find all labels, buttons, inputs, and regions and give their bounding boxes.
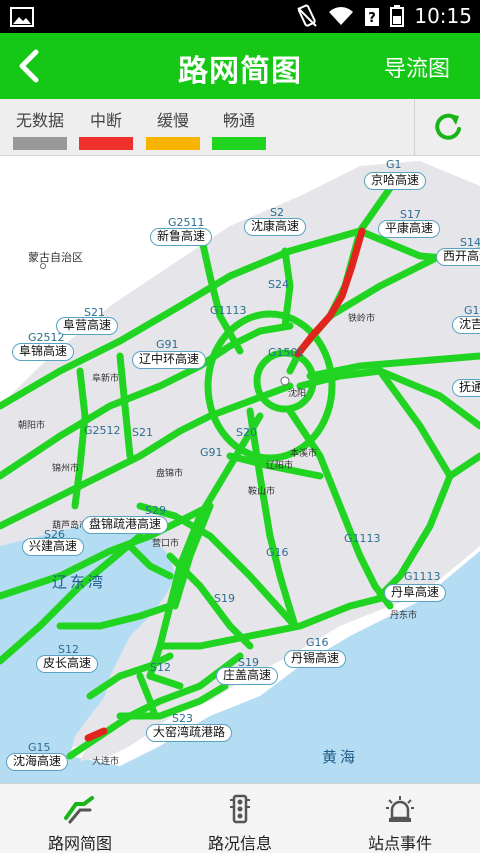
title-bar: 路网简图 导流图 [0,33,480,99]
road-label-s2-shenkang[interactable]: 沈康高速 [244,218,307,236]
legend-item-slow: 缓慢 [144,107,202,150]
region-dot [40,263,46,269]
legend-item-no-data: 无数据 [11,107,69,150]
traffic-light-icon [230,794,250,824]
road-code: G16 [306,636,329,649]
road-code-mid: G1501 [268,346,305,359]
legend-swatch [146,137,200,150]
road-code-mid: S24 [268,278,289,291]
tab-label: 路网简图 [47,834,112,853]
city-chaoyang[interactable]: 朝阳市 [18,418,45,431]
tab-station-events[interactable]: 站点事件 [320,784,480,854]
legend-swatch [13,137,67,150]
city-shenyang[interactable]: 沈阳 [288,386,306,399]
diversion-map-link[interactable]: 导流图 [384,51,450,83]
road-label-s23-dayaowan[interactable]: 大窑湾疏港路 [146,724,233,742]
tab-traffic-info[interactable]: 路况信息 [160,784,320,854]
region-label: 蒙古自治区 [28,251,83,264]
tab-label: 站点事件 [367,834,432,853]
bottom-nav: 路网简图 路况信息 站点事件 [0,783,480,853]
city-fuxin[interactable]: 阜新市 [92,371,119,384]
road-label-s29-panjin-shugang[interactable]: 盘锦疏港高速 [82,516,169,534]
road-label-g2511-xinlu[interactable]: 新鲁高速 [150,228,213,246]
road-label-s26-xingjian[interactable]: 兴建高速 [22,538,85,556]
city-yingkou[interactable]: 营口市 [152,536,179,549]
city-dandong[interactable]: 丹东市 [390,608,417,621]
road-label-g91-liaozhonghuan[interactable]: 辽中环高速 [132,351,207,369]
road-code-mid: S19 [214,592,235,605]
city-dalian[interactable]: 大连市 [92,754,119,767]
city-liaoyang[interactable]: 辽阳市 [266,458,293,471]
road-label-s14-xikai[interactable]: 西开高速 [436,248,480,266]
road-code-mid: S12 [150,661,171,674]
road-label-s12-pichang[interactable]: 皮长高速 [36,655,99,673]
tab-label: 路况信息 [207,834,272,853]
road-label-s21-fuying[interactable]: 阜营高速 [56,317,119,335]
road-code-mid: G91 [200,446,223,459]
sea-label-liaodong: 辽东湾 [52,573,107,591]
road-icon [64,796,94,824]
sea-label-yellow: 黄海 [322,748,359,766]
road-label-g15-shenhai[interactable]: 沈海高速 [6,753,69,771]
shenyang-marker [280,376,290,386]
road-code-mid: G2512 [84,424,121,437]
signal-icon: ? [365,8,380,26]
city-anshan[interactable]: 鞍山市 [248,484,275,497]
road-code-mid: S21 [132,426,153,439]
road-label-g1-jingha[interactable]: 京哈高速 [364,172,427,190]
road-label-futong[interactable]: 抚通 [452,379,480,397]
vibrate-icon [297,4,318,27]
legend-divider [414,99,415,156]
wifi-icon [329,7,354,25]
road-label-g1-shenji[interactable]: 沈吉 [452,316,480,334]
road-label-g2512-fujin[interactable]: 阜锦高速 [12,343,75,361]
road-label-s19-zhuanggai[interactable]: 庄盖高速 [216,667,279,685]
legend-item-smooth: 畅通 [210,107,268,150]
road-code-mid: G1113 [210,304,247,317]
road-label-s17-pingkang[interactable]: 平康高速 [378,220,441,238]
road-code: G91 [156,338,179,351]
tab-road-network[interactable]: 路网简图 [0,784,160,854]
road-code-mid: G16 [266,546,289,559]
status-time: 10:15 [414,4,472,28]
legend-item-blocked: 中断 [77,107,135,150]
road-code: G1113 [404,570,441,583]
road-code: G1 [386,158,402,171]
city-tieling[interactable]: 铁岭市 [348,311,375,324]
city-jinzhou[interactable]: 锦州市 [52,461,79,474]
legend-label: 无数据 [15,111,64,130]
road-label-g16-danxi[interactable]: 丹锡高速 [284,650,347,668]
gallery-icon [10,7,34,27]
alarm-light-icon [386,796,414,822]
legend-label: 中断 [89,111,122,130]
legend-bar: 无数据 中断 缓慢 畅通 [0,99,480,156]
road-code-mid: S20 [236,426,257,439]
legend-swatch [79,137,133,150]
road-label-g1113-danfu[interactable]: 丹阜高速 [384,584,447,602]
legend-label: 缓慢 [156,111,189,130]
refresh-icon[interactable] [430,109,466,145]
road-code-mid: G1113 [344,532,381,545]
legend-swatch [212,137,266,150]
legend-label: 畅通 [222,111,255,130]
battery-icon [390,5,405,27]
status-bar: ? 10:15 [0,0,480,33]
city-benxi[interactable]: 本溪市 [290,446,317,459]
road-network-map[interactable]: 蒙古自治区 辽东湾 黄海 铁岭市 沈阳 阜新市 朝阳市 锦州市 盘锦市 辽阳市 … [0,156,480,783]
city-panjin[interactable]: 盘锦市 [156,466,183,479]
svg-text:?: ? [369,11,377,26]
